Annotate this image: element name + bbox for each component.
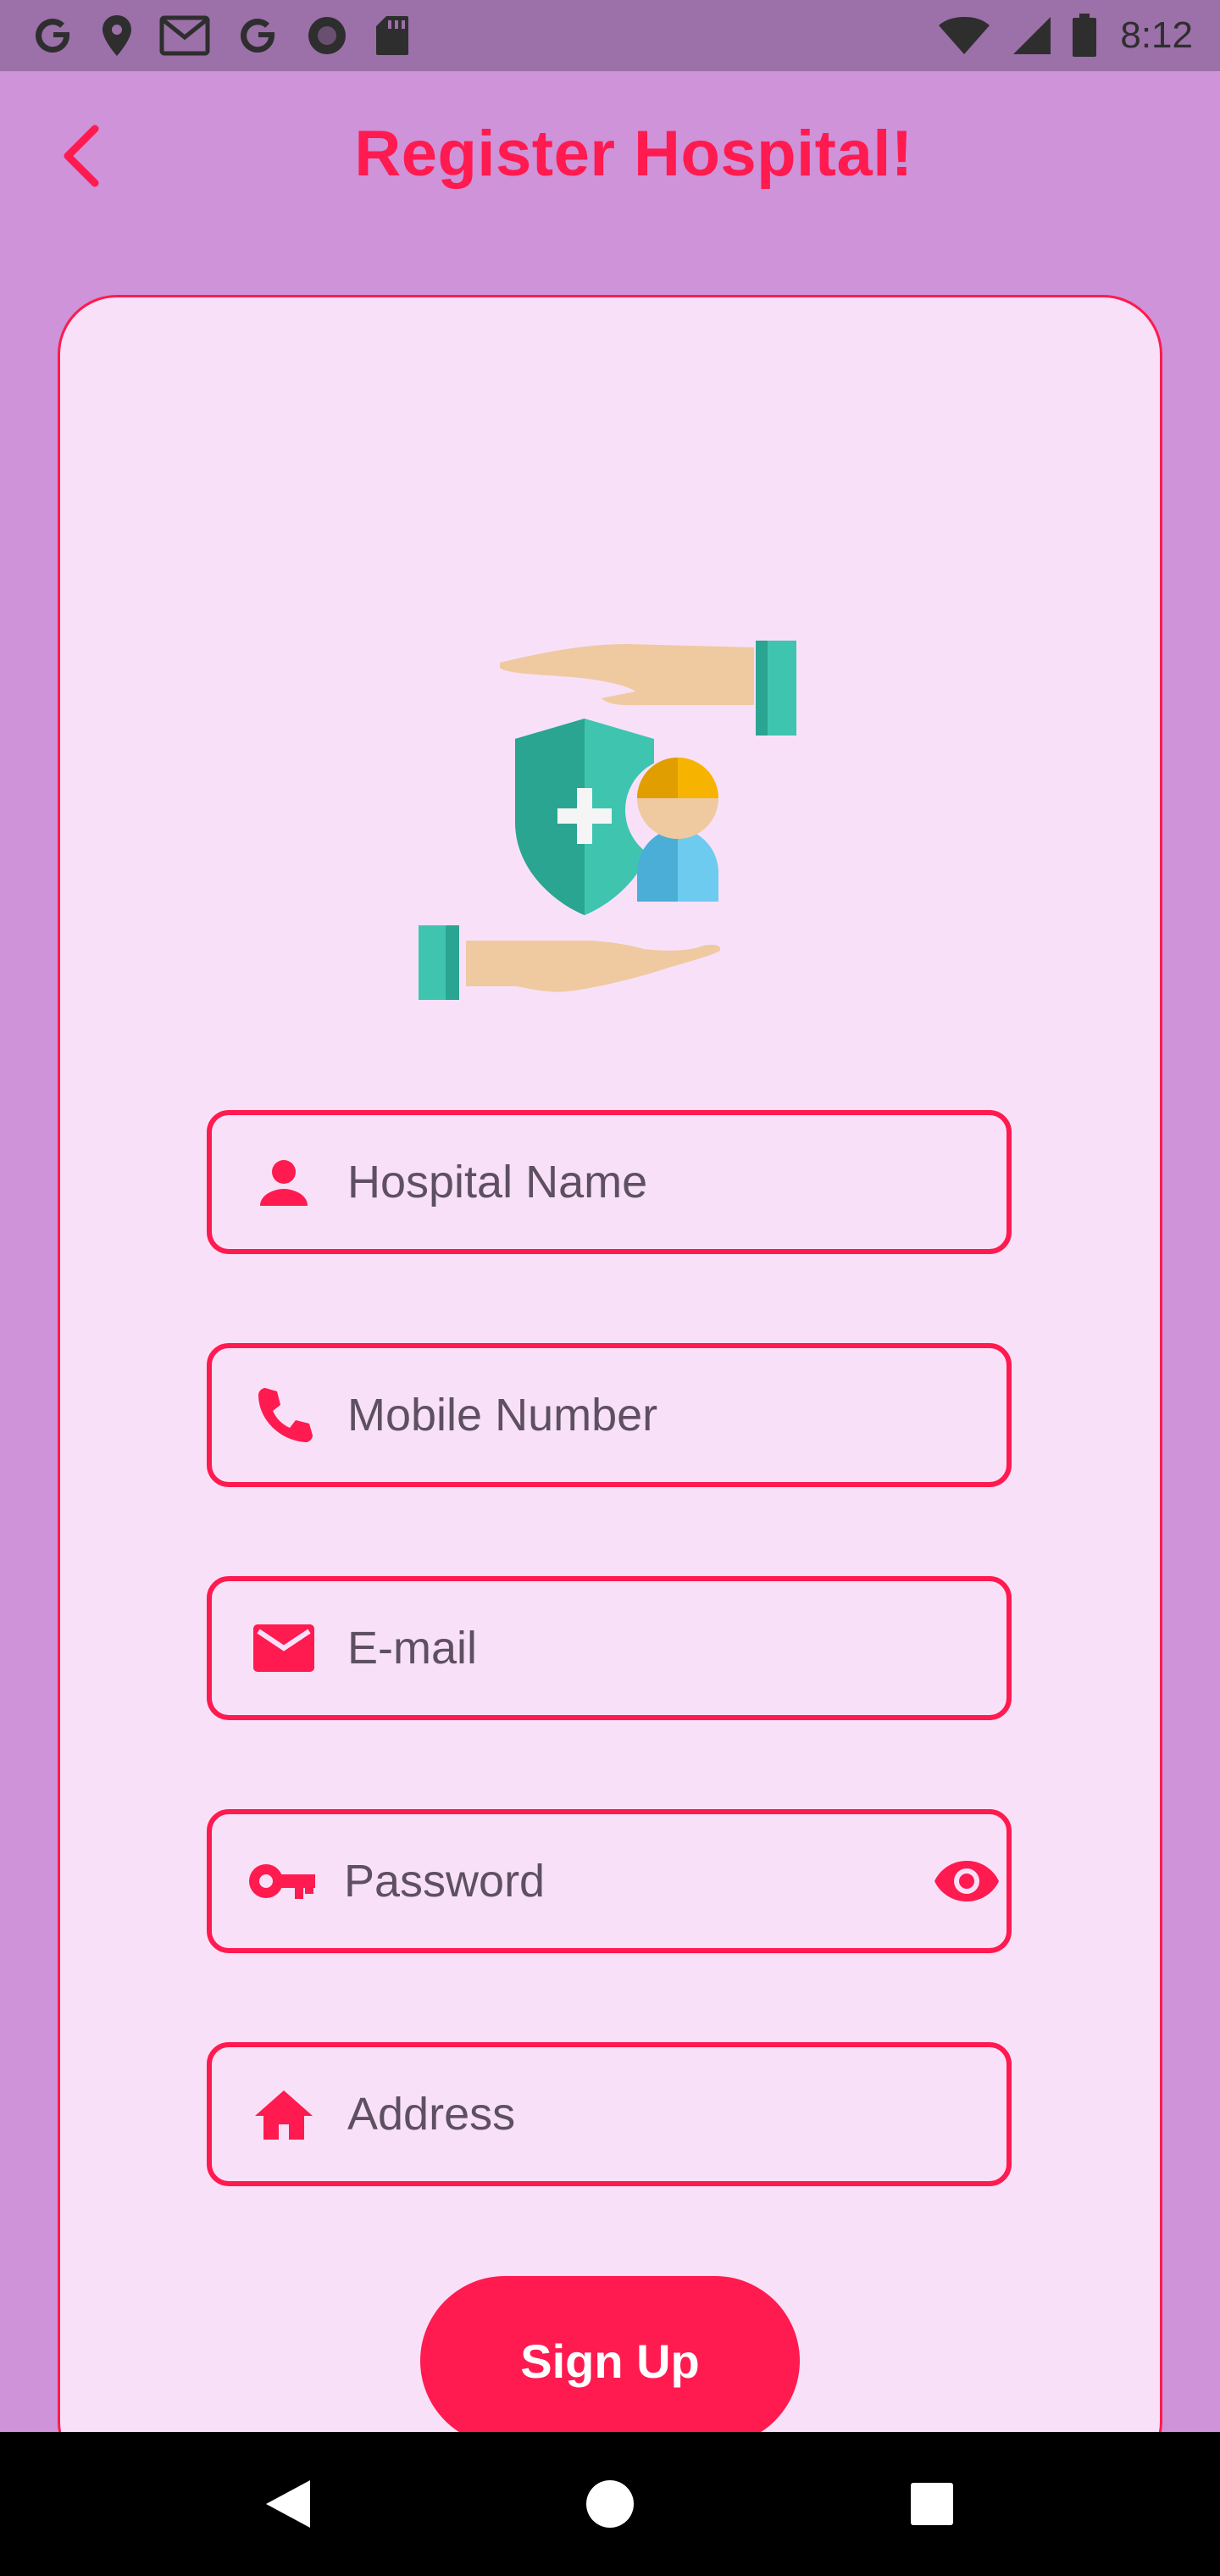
password-field[interactable]: [207, 1809, 1012, 1953]
address-input[interactable]: [347, 2047, 1006, 2181]
sd-card-icon: [374, 14, 410, 57]
recents-square-icon[interactable]: [881, 2453, 983, 2555]
top-app-bar: Register Hospital!: [0, 71, 1220, 237]
battery-icon: [1071, 13, 1098, 58]
status-right-icons: 8:12: [937, 13, 1193, 58]
person-icon: [247, 1146, 320, 1219]
wifi-icon: [937, 15, 991, 56]
mail-icon: [247, 1612, 320, 1685]
email-field[interactable]: [207, 1576, 1012, 1720]
gmail-icon: [159, 15, 210, 56]
signal-icon: [1010, 15, 1052, 56]
record-icon: [305, 14, 349, 58]
google-icon: [236, 14, 280, 58]
hands-shield-person-illustration: [415, 610, 805, 1020]
email-input[interactable]: [347, 1581, 1006, 1715]
mobile-number-field[interactable]: [207, 1343, 1012, 1487]
eye-icon[interactable]: [933, 1839, 1001, 1924]
location-pin-icon: [100, 14, 134, 58]
address-field[interactable]: [207, 2042, 1012, 2186]
sign-up-button[interactable]: Sign Up: [420, 2276, 800, 2446]
phone-icon: [247, 1379, 320, 1452]
home-icon: [247, 2078, 320, 2151]
back-triangle-icon[interactable]: [237, 2453, 339, 2555]
hospital-name-input[interactable]: [347, 1115, 1006, 1249]
status-time: 8:12: [1120, 14, 1193, 56]
mobile-number-input[interactable]: [347, 1348, 1006, 1482]
password-input[interactable]: [344, 1814, 933, 1948]
page-title: Register Hospital!: [354, 118, 913, 190]
google-icon: [30, 14, 75, 58]
home-circle-icon[interactable]: [559, 2453, 661, 2555]
status-left-icons: [30, 14, 410, 58]
hospital-name-field[interactable]: [207, 1110, 1012, 1254]
system-nav-bar: [0, 2432, 1220, 2576]
key-icon: [247, 1845, 317, 1918]
status-bar: 8:12: [0, 0, 1220, 71]
